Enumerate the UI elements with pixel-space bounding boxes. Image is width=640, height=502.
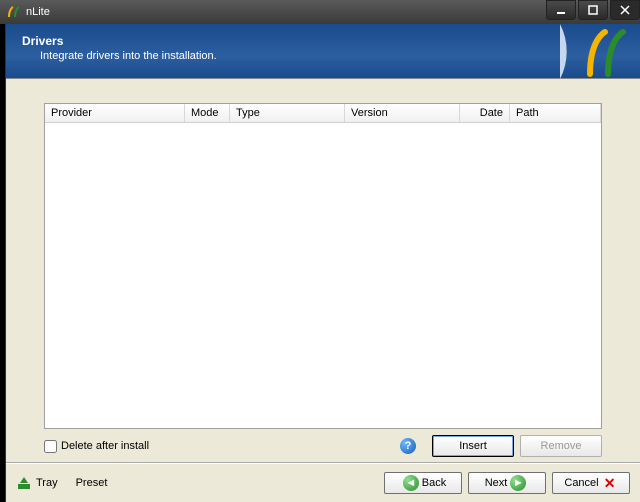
under-list-row: Delete after install ? Insert Remove: [44, 435, 602, 457]
maximize-button[interactable]: [578, 0, 608, 20]
window-controls: [544, 0, 640, 24]
arrow-left-icon: ◄: [403, 475, 419, 491]
next-button[interactable]: Next ►: [468, 472, 546, 494]
back-button[interactable]: ◄ Back: [384, 472, 462, 494]
col-path[interactable]: Path: [510, 104, 601, 122]
preset-link[interactable]: Preset: [76, 477, 108, 489]
body-panel: Provider Mode Type Version Date Path Del…: [6, 79, 640, 457]
back-button-label: Back: [422, 477, 446, 489]
window-title: nLite: [26, 6, 544, 18]
listview-header: Provider Mode Type Version Date Path: [45, 104, 601, 123]
col-version[interactable]: Version: [345, 104, 460, 122]
cancel-button-label: Cancel: [564, 477, 598, 489]
titlebar: nLite: [0, 0, 640, 24]
col-date[interactable]: Date: [460, 104, 510, 122]
close-button[interactable]: [610, 0, 640, 20]
col-type[interactable]: Type: [230, 104, 345, 122]
page-title: Drivers: [22, 34, 624, 48]
col-provider[interactable]: Provider: [45, 104, 185, 122]
remove-button: Remove: [520, 435, 602, 457]
footer: Tray Preset ◄ Back Next ► Cancel ✕: [6, 462, 640, 502]
content-area: Drivers Integrate drivers into the insta…: [5, 24, 640, 502]
listview-body[interactable]: [45, 123, 601, 428]
app-logo: [560, 24, 640, 79]
drivers-listview[interactable]: Provider Mode Type Version Date Path: [44, 103, 602, 429]
insert-button-label: Insert: [459, 440, 487, 452]
cancel-button[interactable]: Cancel ✕: [552, 472, 630, 494]
page-header: Drivers Integrate drivers into the insta…: [6, 24, 640, 79]
help-icon[interactable]: ?: [400, 438, 416, 454]
app-icon: [6, 4, 22, 20]
delete-after-install-checkbox[interactable]: [44, 440, 57, 453]
arrow-right-icon: ►: [510, 475, 526, 491]
next-button-label: Next: [485, 477, 508, 489]
insert-button[interactable]: Insert: [432, 435, 514, 457]
tray-icon: [16, 475, 32, 491]
col-mode[interactable]: Mode: [185, 104, 230, 122]
remove-button-label: Remove: [541, 440, 582, 452]
x-red-icon: ✕: [602, 475, 618, 491]
delete-after-install-label: Delete after install: [61, 440, 149, 452]
minimize-button[interactable]: [546, 0, 576, 20]
tray-link[interactable]: Tray: [36, 477, 58, 489]
page-subtitle: Integrate drivers into the installation.: [40, 50, 624, 62]
